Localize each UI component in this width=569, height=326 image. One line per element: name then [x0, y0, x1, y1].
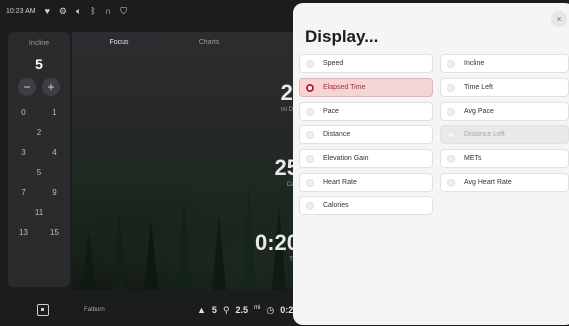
gear-icon[interactable]: ⚙: [59, 6, 67, 16]
heart-icon[interactable]: ♥: [45, 6, 50, 16]
incline-preset-button[interactable]: 2: [8, 128, 70, 137]
clock-icon: ◷: [266, 305, 275, 315]
option-mets[interactable]: METs: [440, 149, 569, 168]
option-distance[interactable]: Distance: [299, 125, 433, 144]
option-label: Time Left: [464, 84, 493, 91]
incline-decrease-button[interactable]: −: [18, 78, 36, 96]
volume-icon[interactable]: 🔈︎: [76, 6, 81, 16]
incline-preset-button[interactable]: 5: [8, 168, 70, 177]
summary-distance-unit: mi: [254, 305, 261, 311]
tab-focus[interactable]: Focus: [74, 34, 164, 51]
incline-stepper: − +: [8, 78, 70, 96]
incline-value: 5: [35, 56, 43, 72]
radio-icon: [447, 107, 455, 116]
incline-increase-button[interactable]: +: [42, 78, 60, 96]
option-label: Incline: [464, 60, 485, 67]
radio-selected-icon: [306, 83, 314, 92]
option-time-left[interactable]: Time Left: [440, 78, 569, 97]
incline-presets: 0 1 2 3 4 5 7 9 11 13 15: [8, 108, 70, 237]
tree: [177, 195, 191, 290]
incline-preset-button[interactable]: 9: [39, 188, 70, 197]
option-label: Elevation Gain: [323, 155, 369, 162]
option-elevation-gain[interactable]: Elevation Gain: [299, 149, 433, 168]
clock: 10:23 AM: [6, 7, 36, 15]
incline-preset-button[interactable]: 15: [39, 228, 70, 237]
tree: [242, 185, 256, 290]
radio-icon: [306, 130, 314, 139]
location-icon: ⚲: [222, 305, 230, 315]
incline-panel: Incline 5 − + 0 1 2 3 4 5 7 9 11 13 15: [8, 32, 70, 287]
radio-icon: [447, 130, 455, 139]
option-label: METs: [464, 155, 482, 162]
incline-preset-button[interactable]: 4: [39, 148, 70, 157]
option-label: Speed: [323, 60, 344, 67]
incline-preset-button[interactable]: 11: [8, 208, 70, 217]
summary-distance: 2.5: [235, 305, 249, 315]
radio-icon: [447, 59, 455, 68]
option-incline[interactable]: Incline: [440, 54, 569, 73]
headphones-icon[interactable]: ∩: [105, 6, 111, 16]
option-label: Pace: [323, 108, 339, 115]
tree: [82, 230, 96, 290]
incline-preset-button[interactable]: 0: [8, 108, 39, 117]
option-label: Avg Pace: [464, 108, 494, 115]
option-heart-rate[interactable]: Heart Rate: [299, 173, 433, 192]
home-icon[interactable]: [37, 304, 49, 316]
option-pace[interactable]: Pace: [299, 102, 433, 121]
incline-preset-button[interactable]: 1: [39, 108, 70, 117]
incline-preset-button[interactable]: 3: [8, 148, 39, 157]
option-label: Avg Heart Rate: [464, 179, 512, 186]
option-elapsed-time[interactable]: Elapsed Time: [299, 78, 433, 97]
option-label: Elapsed Time: [323, 84, 366, 91]
summary-incline: 5: [211, 305, 217, 315]
radio-icon: [306, 154, 314, 163]
radio-icon: [306, 107, 314, 116]
workout-name: Fatburn: [84, 307, 105, 313]
close-button[interactable]: ×: [551, 11, 567, 27]
tab-charts[interactable]: Charts: [164, 34, 254, 51]
radio-icon: [306, 178, 314, 187]
display-dialog: Display... × Speed Elapsed Time Pace Dis…: [293, 3, 569, 325]
option-label: Heart Rate: [323, 179, 357, 186]
dialog-title: Display...: [305, 27, 379, 46]
radio-icon: [447, 178, 455, 187]
option-label: Distance Left: [464, 131, 505, 138]
option-speed[interactable]: Speed: [299, 54, 433, 73]
radio-icon: [447, 154, 455, 163]
option-avg-pace[interactable]: Avg Pace: [440, 102, 569, 121]
incline-preset-button[interactable]: 13: [8, 228, 39, 237]
workout-summary: ▲ 5 ⚲ 2.5 mi ◷ 0:20: [197, 305, 298, 316]
option-distance-left: Distance Left: [440, 125, 569, 144]
incline-preset-button[interactable]: 7: [8, 188, 39, 197]
tree: [144, 220, 158, 290]
option-calories[interactable]: Calories: [299, 196, 433, 215]
radio-icon: [306, 201, 314, 210]
option-label: Calories: [323, 202, 349, 209]
incline-panel-title: Incline: [28, 40, 50, 47]
tree: [212, 215, 226, 290]
option-avg-heart-rate[interactable]: Avg Heart Rate: [440, 173, 569, 192]
shield-icon[interactable]: ⛉: [120, 6, 127, 16]
radio-icon: [306, 59, 314, 68]
option-label: Distance: [323, 131, 351, 138]
bluetooth-icon[interactable]: ᛒ: [90, 6, 95, 16]
tree: [112, 210, 126, 290]
radio-icon: [447, 83, 455, 92]
mountain-icon: ▲: [197, 305, 206, 315]
